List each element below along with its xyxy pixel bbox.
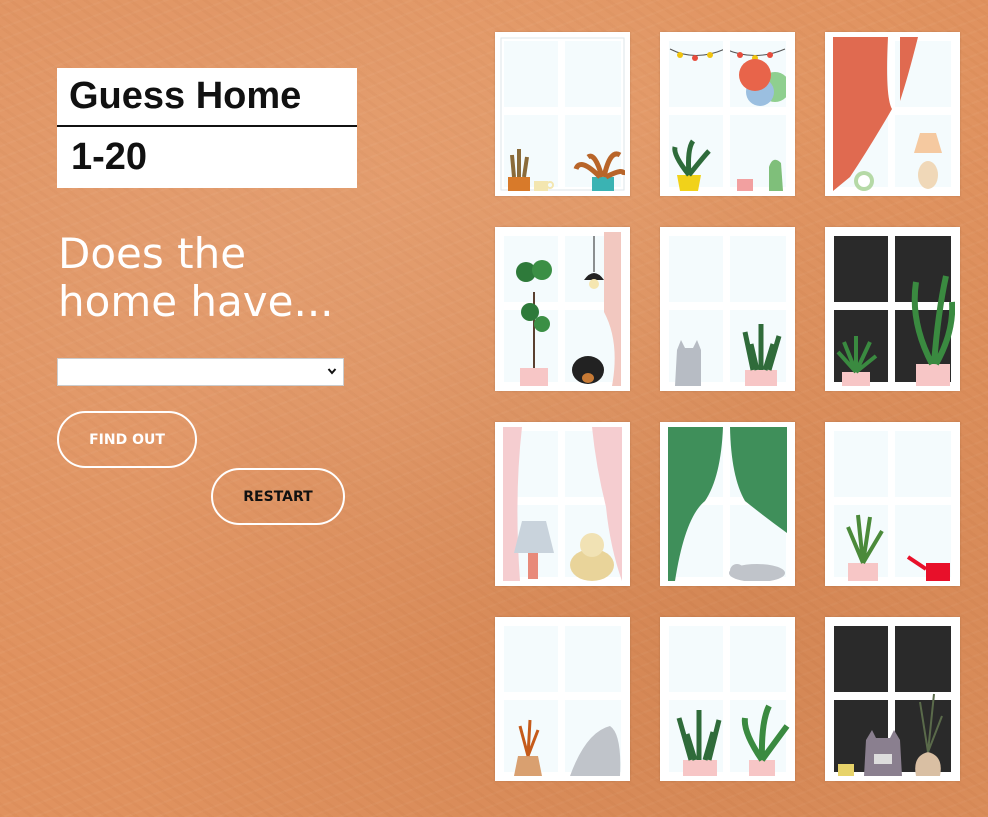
home-tile-6[interactable] [825, 227, 960, 391]
home-tile-2[interactable] [660, 32, 795, 196]
home-tile-10[interactable] [495, 617, 630, 781]
number-range: 1-20 [71, 136, 148, 178]
window-6 [830, 232, 955, 386]
home-tile-4[interactable] [495, 227, 630, 391]
window-4 [500, 232, 625, 386]
home-tile-9[interactable] [825, 422, 960, 586]
window-1 [500, 37, 625, 191]
home-tile-7[interactable] [495, 422, 630, 586]
restart-button[interactable]: RESTART [211, 468, 345, 525]
alarm-clock-icon [854, 171, 874, 191]
feature-select[interactable] [57, 358, 344, 386]
question-prompt: Does the home have... [58, 229, 334, 326]
home-tile-11[interactable] [660, 617, 795, 781]
home-tile-12[interactable] [825, 617, 960, 781]
home-tile-3[interactable] [825, 32, 960, 196]
chevron-down-icon [327, 368, 337, 375]
dachshund-dog-icon [572, 356, 604, 384]
window-10 [500, 622, 625, 776]
window-9 [830, 427, 955, 581]
window-11 [665, 622, 790, 776]
home-tile-5[interactable] [660, 227, 795, 391]
game-title: Guess Home [57, 68, 357, 127]
window-5 [665, 232, 790, 386]
home-tile-1[interactable] [495, 32, 630, 196]
window-3 [830, 37, 955, 191]
home-tile-8[interactable] [660, 422, 795, 586]
window-7 [500, 427, 625, 581]
mug-icon [737, 179, 753, 191]
window-8 [665, 427, 790, 581]
window-12 [830, 622, 955, 776]
mug-icon [838, 764, 854, 776]
toy-dinosaur-icon [769, 159, 783, 191]
window-2 [665, 37, 790, 191]
find-out-button[interactable]: FIND OUT [57, 411, 197, 468]
title-card: Guess Home 1-20 [57, 68, 357, 188]
